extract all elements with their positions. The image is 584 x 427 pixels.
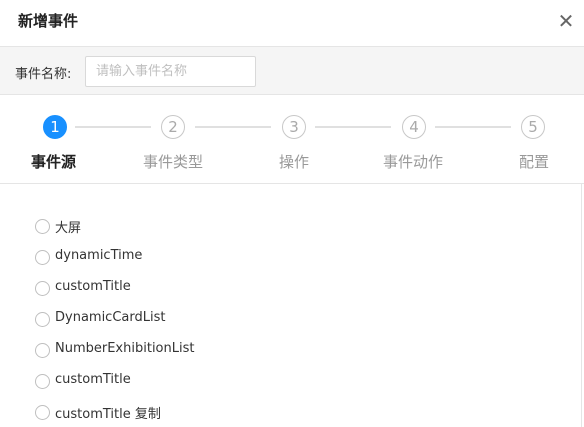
source-option-label: dynamicTime bbox=[55, 248, 143, 263]
radio-button[interactable] bbox=[35, 250, 50, 265]
step-5-label: 配置 bbox=[519, 153, 550, 171]
step-5-number[interactable]: 5 bbox=[521, 115, 545, 139]
source-option[interactable]: customTitle bbox=[35, 278, 335, 298]
source-option-label: customTitle 复制 bbox=[55, 407, 161, 422]
source-option-label: customTitle bbox=[55, 279, 131, 294]
source-option-label: 大屏 bbox=[55, 221, 82, 236]
source-option[interactable]: dynamicTime bbox=[35, 247, 335, 267]
dialog-title: 新增事件 bbox=[18, 12, 79, 30]
step-1-label: 事件源 bbox=[31, 153, 77, 171]
event-name-bar: 事件名称: bbox=[0, 46, 584, 95]
step-3-number[interactable]: 3 bbox=[282, 115, 306, 139]
source-option-label: NumberExhibitionList bbox=[55, 341, 195, 356]
radio-button[interactable] bbox=[35, 281, 50, 296]
step-connector bbox=[435, 126, 511, 128]
radio-button[interactable] bbox=[35, 219, 50, 234]
step-2-label: 事件类型 bbox=[143, 153, 204, 171]
radio-button[interactable] bbox=[35, 343, 50, 358]
source-option-label: customTitle bbox=[55, 372, 131, 387]
steps-bar: 1 2 3 4 5 事件源 事件类型 操作 事件动作 配置 bbox=[0, 96, 584, 184]
step-4-label: 事件动作 bbox=[383, 153, 444, 171]
step-4-number[interactable]: 4 bbox=[402, 115, 426, 139]
step-connector bbox=[315, 126, 391, 128]
step-1-number[interactable]: 1 bbox=[43, 115, 67, 139]
radio-button[interactable] bbox=[35, 374, 50, 389]
source-option[interactable]: customTitle bbox=[35, 371, 335, 391]
radio-button[interactable] bbox=[35, 312, 50, 327]
scroll-edge bbox=[581, 184, 582, 427]
step-connector bbox=[75, 126, 151, 128]
step-2-number[interactable]: 2 bbox=[161, 115, 185, 139]
source-option[interactable]: customTitle 复制 bbox=[35, 402, 335, 422]
dialog-header: 新增事件 ✕ bbox=[0, 0, 584, 46]
step-connector bbox=[195, 126, 271, 128]
event-name-label: 事件名称: bbox=[15, 67, 72, 82]
event-name-input[interactable] bbox=[85, 56, 256, 87]
source-option[interactable]: 大屏 bbox=[35, 216, 335, 236]
step-3-label: 操作 bbox=[279, 153, 310, 171]
radio-button[interactable] bbox=[35, 405, 50, 420]
close-icon[interactable]: ✕ bbox=[557, 11, 575, 31]
source-option[interactable]: DynamicCardList bbox=[35, 309, 335, 329]
source-option[interactable]: NumberExhibitionList bbox=[35, 340, 335, 360]
source-option-label: DynamicCardList bbox=[55, 310, 166, 325]
